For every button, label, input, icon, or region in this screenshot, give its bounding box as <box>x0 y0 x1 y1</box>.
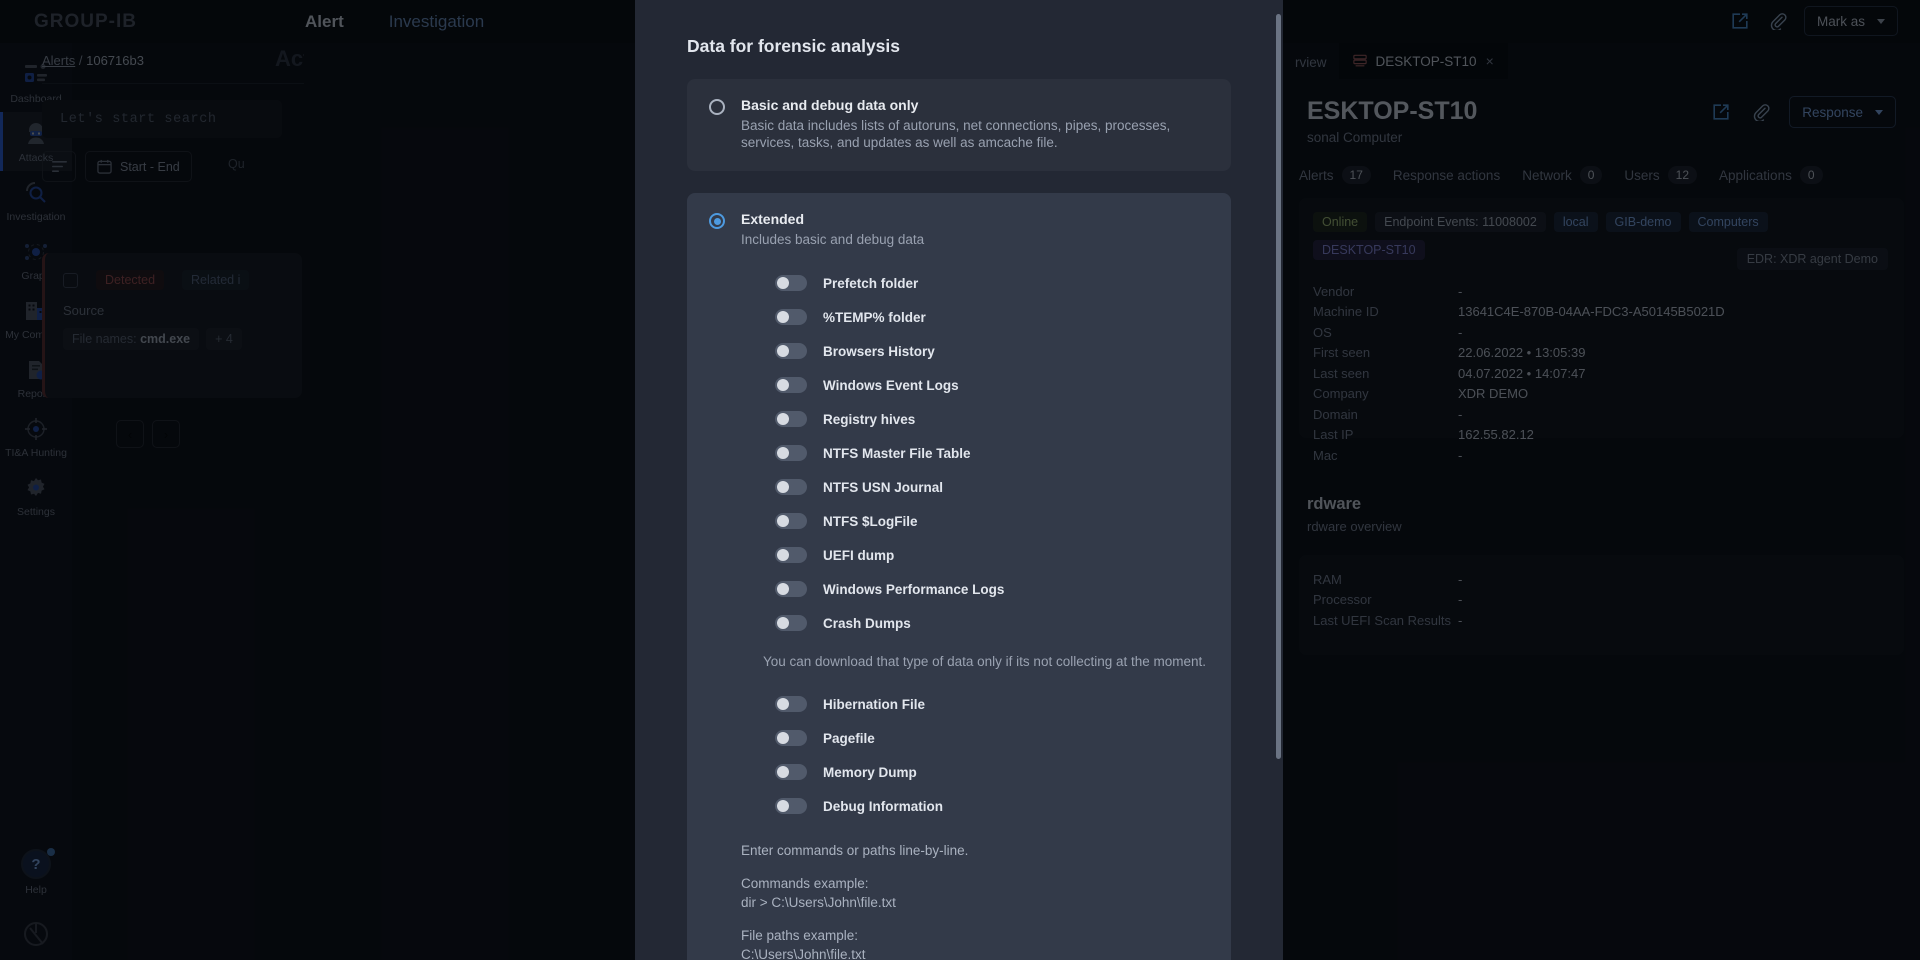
toggle-row: NTFS $LogFile <box>775 504 1209 538</box>
modal-title: Data for forensic analysis <box>687 36 900 56</box>
hint-intro: Enter commands or paths line-by-line. <box>741 843 969 858</box>
toggle-row: Windows Performance Logs <box>775 572 1209 606</box>
toggle-label: Memory Dump <box>823 764 917 780</box>
modal-scroll-area: Data for forensic analysis Basic and deb… <box>635 0 1283 960</box>
toggle-row: Pagefile <box>775 721 1209 755</box>
hint-commands-value: dir > C:\Users\John\file.txt <box>741 895 896 910</box>
hint-paths-title: File paths example: <box>741 928 859 943</box>
hint-paths-line1: C:\Users\John\file.txt <box>741 947 866 960</box>
option-extended-label: Extended <box>741 211 805 227</box>
toggle-ntfs-logfile[interactable] <box>775 513 807 529</box>
hint-commands-title: Commands example: <box>741 876 869 891</box>
modal-scrollbar[interactable] <box>1276 14 1281 759</box>
option-extended-description: Includes basic and debug data <box>741 232 925 247</box>
collection-note: You can download that type of data only … <box>763 654 1207 669</box>
toggle-row: Browsers History <box>775 334 1209 368</box>
option-extended[interactable]: Extended Includes basic and debug data P… <box>687 193 1231 960</box>
toggle-label: Hibernation File <box>823 696 926 712</box>
toggle-row: Registry hives <box>775 402 1209 436</box>
toggle-row: Hibernation File <box>775 687 1209 721</box>
option-basic[interactable]: Basic and debug data only Basic data inc… <box>687 79 1231 171</box>
toggle-prefetch-folder[interactable] <box>775 275 807 291</box>
toggle-label: UEFI dump <box>823 547 895 563</box>
toggle-label: Windows Event Logs <box>823 377 959 393</box>
toggle-label: Prefetch folder <box>823 275 919 291</box>
toggle-list-primary: Prefetch folder %TEMP% folder Browsers H… <box>775 266 1209 640</box>
toggle-row: NTFS Master File Table <box>775 436 1209 470</box>
toggle-row: UEFI dump <box>775 538 1209 572</box>
toggle-ntfs-usn-journal[interactable] <box>775 479 807 495</box>
toggle-list-secondary: Hibernation File Pagefile Memory Dump De… <box>775 687 1209 823</box>
radio-basic[interactable] <box>709 99 725 115</box>
toggle-windows-event-logs[interactable] <box>775 377 807 393</box>
toggle-temp-folder[interactable] <box>775 309 807 325</box>
toggle-row: Prefetch folder <box>775 266 1209 300</box>
toggle-label: %TEMP% folder <box>823 309 926 325</box>
toggle-label: NTFS USN Journal <box>823 479 944 495</box>
toggle-label: Registry hives <box>823 411 916 427</box>
toggle-windows-performance-logs[interactable] <box>775 581 807 597</box>
toggle-row: Windows Event Logs <box>775 368 1209 402</box>
toggle-row: Debug Information <box>775 789 1209 823</box>
toggle-label: NTFS $LogFile <box>823 513 918 529</box>
toggle-crash-dumps[interactable] <box>775 615 807 631</box>
toggle-label: Pagefile <box>823 730 875 746</box>
toggle-label: Crash Dumps <box>823 615 911 631</box>
toggle-row: %TEMP% folder <box>775 300 1209 334</box>
option-basic-label: Basic and debug data only <box>741 97 919 113</box>
toggle-pagefile[interactable] <box>775 730 807 746</box>
toggle-uefi-dump[interactable] <box>775 547 807 563</box>
toggle-hibernation-file[interactable] <box>775 696 807 712</box>
toggle-ntfs-master-file-table[interactable] <box>775 445 807 461</box>
toggle-label: NTFS Master File Table <box>823 445 971 461</box>
toggle-row: Memory Dump <box>775 755 1209 789</box>
forensic-data-modal: Data for forensic analysis Basic and deb… <box>635 0 1283 960</box>
toggle-label: Debug Information <box>823 798 943 814</box>
toggle-row: NTFS USN Journal <box>775 470 1209 504</box>
toggle-browsers-history[interactable] <box>775 343 807 359</box>
toggle-label: Browsers History <box>823 343 935 359</box>
radio-extended[interactable] <box>709 213 725 229</box>
commands-hint: Enter commands or paths line-by-line. Co… <box>741 841 1209 960</box>
toggle-row: Crash Dumps <box>775 606 1209 640</box>
option-basic-description: Basic data includes lists of autoruns, n… <box>741 118 1171 150</box>
toggle-memory-dump[interactable] <box>775 764 807 780</box>
toggle-registry-hives[interactable] <box>775 411 807 427</box>
toggle-label: Windows Performance Logs <box>823 581 1005 597</box>
toggle-debug-information[interactable] <box>775 798 807 814</box>
